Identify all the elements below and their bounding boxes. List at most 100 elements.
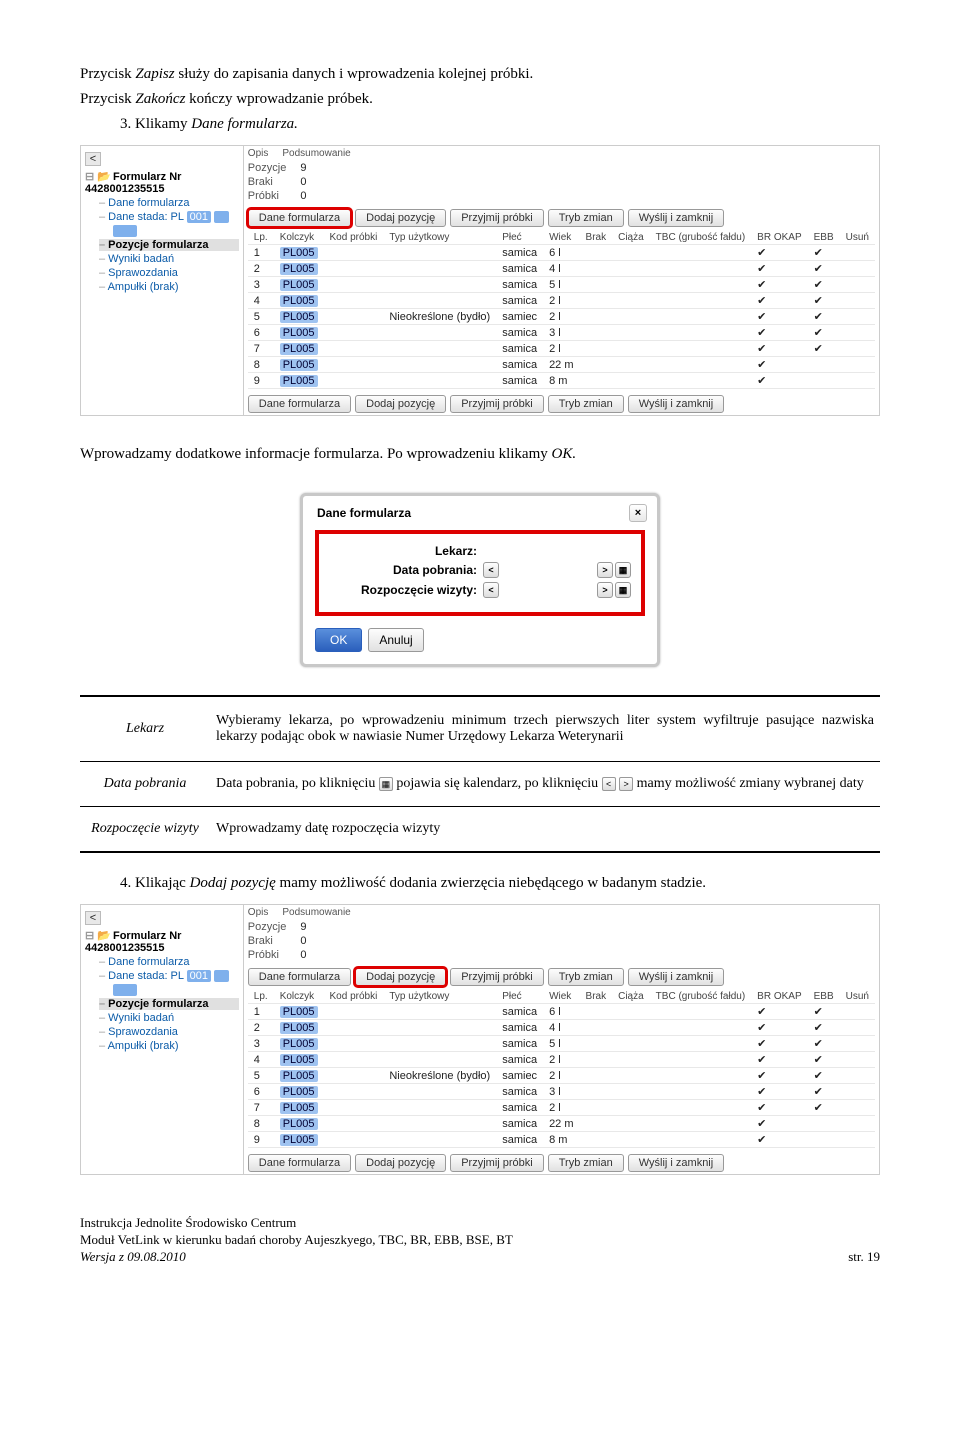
summary-label: Braki — [248, 934, 301, 948]
calendar-icon[interactable]: ▦ — [615, 582, 631, 598]
intro-line2: Przycisk Zakończ kończy wprowadzanie pró… — [80, 89, 880, 110]
toolbar-button[interactable]: Dane formularza — [248, 209, 351, 227]
toolbar-button[interactable]: Tryb zmian — [548, 395, 624, 413]
table-row[interactable]: 8PL005samica22 m✔ — [248, 357, 875, 373]
table-row[interactable]: 9PL005samica8 m✔ — [248, 1132, 875, 1148]
tree-item[interactable]: – Dane stada: PL 001 — [99, 970, 239, 982]
table-row[interactable]: 5PL005Nieokreślone (bydło)samiec2 l✔✔ — [248, 1068, 875, 1084]
toolbar-button[interactable]: Przyjmij próbki — [450, 395, 544, 413]
chevron-right-icon[interactable]: > — [597, 562, 613, 578]
tree-item[interactable]: – Dane stada: PL 001 — [99, 211, 239, 223]
summary-label: Pozycje — [248, 161, 301, 175]
toolbar-button[interactable]: Dodaj pozycję — [355, 395, 446, 413]
chevron-left-icon[interactable]: < — [483, 562, 499, 578]
grid-header: Usuń — [840, 231, 875, 245]
tree-item[interactable] — [113, 984, 239, 996]
table-row[interactable]: 1PL005samica6 l✔✔ — [248, 245, 875, 261]
grid-header: Lp. — [248, 231, 274, 245]
grid-header: Typ użytkowy — [383, 231, 496, 245]
dialog-dane-formularza: Dane formularza × Lekarz: Data pobrania:… — [300, 493, 660, 667]
table-row[interactable]: 9PL005samica8 m✔ — [248, 373, 875, 389]
table-row[interactable]: 7PL005samica2 l✔✔ — [248, 1100, 875, 1116]
toolbar-button[interactable]: Tryb zmian — [548, 209, 624, 227]
toolbar-button[interactable]: Dane formularza — [248, 968, 351, 986]
tree-item[interactable] — [113, 225, 239, 237]
tree-item[interactable]: – Wyniki badań — [99, 253, 239, 265]
toolbar-button[interactable]: Dodaj pozycję — [355, 209, 446, 227]
tree-item[interactable]: – Dane formularza — [99, 197, 239, 209]
grid-header: Kod próbki — [324, 990, 384, 1004]
summary-block: OpisPodsumowaniePozycje9Braki0Próbki0 — [244, 146, 879, 203]
grid-header: EBB — [808, 231, 840, 245]
tree-panel: < ⊟ 📂Formularz Nr 4428001235515 – Dane for… — [81, 146, 244, 415]
toolbar-button[interactable]: Przyjmij próbki — [450, 1154, 544, 1172]
tree-item[interactable]: – Dane formularza — [99, 956, 239, 968]
summary-tab: Podsumowanie — [282, 148, 350, 159]
toolbar-button[interactable]: Przyjmij próbki — [450, 968, 544, 986]
close-icon[interactable]: × — [629, 504, 647, 522]
button-row-top: Dane formularzaDodaj pozycjęPrzyjmij pró… — [248, 209, 879, 227]
table-row[interactable]: 7PL005samica2 l✔✔ — [248, 341, 875, 357]
tree-item[interactable]: – Ampułki (brak) — [99, 1040, 239, 1052]
table-row[interactable]: 6PL005samica3 l✔✔ — [248, 1084, 875, 1100]
chevron-left-icon: < — [602, 777, 616, 791]
toolbar-button[interactable]: Wyślij i zamknij — [628, 968, 724, 986]
back-icon[interactable]: < — [85, 152, 101, 166]
mid-text: Wprowadzamy dodatkowe informacje formula… — [80, 444, 880, 465]
def-rozp-label: Rozpoczęcie wizyty — [80, 807, 210, 853]
tree-item[interactable]: – Ampułki (brak) — [99, 281, 239, 293]
toolbar-button[interactable]: Tryb zmian — [548, 1154, 624, 1172]
tree-item[interactable]: – Wyniki badań — [99, 1012, 239, 1024]
grid-header: Kolczyk — [274, 231, 324, 245]
summary-tab: Opis — [248, 148, 269, 159]
tree-item[interactable]: – Sprawozdania — [99, 267, 239, 279]
dialog-title-text: Dane formularza — [317, 506, 411, 520]
tree-item[interactable]: – Pozycje formularza — [99, 239, 239, 251]
table-row[interactable]: 3PL005samica5 l✔✔ — [248, 1036, 875, 1052]
toolbar-button[interactable]: Tryb zmian — [548, 968, 624, 986]
toolbar-button[interactable]: Wyślij i zamknij — [628, 1154, 724, 1172]
data-grid: Lp.KolczykKod próbkiTyp użytkowyPłećWiek… — [248, 231, 875, 389]
button-row-bottom: Dane formularzaDodaj pozycjęPrzyjmij pró… — [248, 1154, 879, 1172]
table-row[interactable]: 2PL005samica4 l✔✔ — [248, 261, 875, 277]
summary-value: 0 — [300, 189, 320, 203]
ok-button[interactable]: OK — [315, 628, 362, 652]
tree-item[interactable]: – Sprawozdania — [99, 1026, 239, 1038]
toolbar-button[interactable]: Dane formularza — [248, 395, 351, 413]
calendar-icon[interactable]: ▦ — [615, 562, 631, 578]
label-lekarz: Lekarz: — [329, 544, 483, 558]
table-row[interactable]: 2PL005samica4 l✔✔ — [248, 1020, 875, 1036]
button-row-top: Dane formularzaDodaj pozycjęPrzyjmij pró… — [248, 968, 879, 986]
table-row[interactable]: 8PL005samica22 m✔ — [248, 1116, 875, 1132]
toolbar-button[interactable]: Dane formularza — [248, 1154, 351, 1172]
table-row[interactable]: 3PL005samica5 l✔✔ — [248, 277, 875, 293]
tree-panel: < ⊟ 📂Formularz Nr 4428001235515 – Dane for… — [81, 905, 244, 1174]
page-footer: Instrukcja Jednolite Środowisko Centrum … — [80, 1215, 880, 1266]
cancel-button[interactable]: Anuluj — [368, 628, 423, 652]
grid-header: TBC (grubość fałdu) — [650, 231, 751, 245]
table-row[interactable]: 1PL005samica6 l✔✔ — [248, 1004, 875, 1020]
table-row[interactable]: 5PL005Nieokreślone (bydło)samiec2 l✔✔ — [248, 309, 875, 325]
toolbar-button[interactable]: Wyślij i zamknij — [628, 395, 724, 413]
table-row[interactable]: 4PL005samica2 l✔✔ — [248, 1052, 875, 1068]
toolbar-button[interactable]: Przyjmij próbki — [450, 209, 544, 227]
toolbar-button[interactable]: Dodaj pozycję — [355, 1154, 446, 1172]
def-rozp-text: Wprowadzamy datę rozpoczęcia wizyty — [210, 807, 880, 853]
table-row[interactable]: 4PL005samica2 l✔✔ — [248, 293, 875, 309]
tree-root[interactable]: ⊟ 📂Formularz Nr 4428001235515 — [85, 170, 239, 195]
chevron-right-icon[interactable]: > — [597, 582, 613, 598]
intro-line1: Przycisk Zapisz służy do zapisania danyc… — [80, 64, 880, 85]
chevron-left-icon[interactable]: < — [483, 582, 499, 598]
table-row[interactable]: 6PL005samica3 l✔✔ — [248, 325, 875, 341]
tree-root[interactable]: ⊟ 📂Formularz Nr 4428001235515 — [85, 929, 239, 954]
definitions-table: Lekarz Wybieramy lekarza, po wprowadzeni… — [80, 695, 880, 853]
label-rozpoczecie: Rozpoczęcie wizyty: — [329, 583, 483, 597]
toolbar-button[interactable]: Wyślij i zamknij — [628, 209, 724, 227]
data-grid: Lp.KolczykKod próbkiTyp użytkowyPłećWiek… — [248, 990, 875, 1148]
toolbar-button[interactable]: Dodaj pozycję — [355, 968, 446, 986]
grid-header: Ciąża — [612, 990, 650, 1004]
back-icon[interactable]: < — [85, 911, 101, 925]
summary-value: 9 — [300, 161, 320, 175]
tree-item[interactable]: – Pozycje formularza — [99, 998, 239, 1010]
summary-label: Pozycje — [248, 920, 301, 934]
